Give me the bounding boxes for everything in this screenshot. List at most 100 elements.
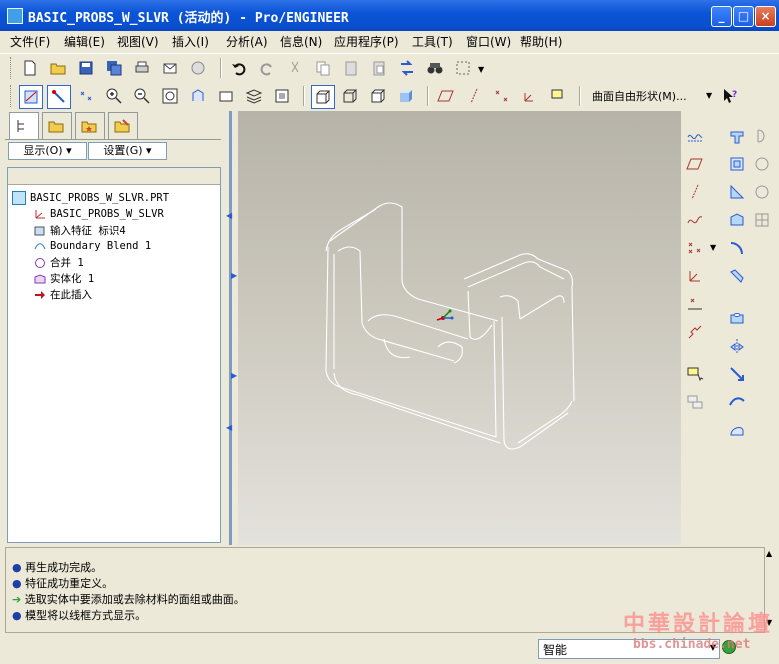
point-display-icon[interactable]: [491, 85, 513, 107]
send-mail-icon[interactable]: [159, 57, 181, 79]
layers-icon[interactable]: [243, 85, 265, 107]
refit-icon[interactable]: [159, 85, 181, 107]
maximize-button[interactable]: □: [733, 6, 754, 27]
datum-axes-icon[interactable]: [47, 85, 71, 109]
menu-applications[interactable]: 应用程序(P): [334, 33, 399, 50]
round-icon[interactable]: [726, 237, 748, 259]
menu-edit[interactable]: 编辑(E): [64, 33, 105, 50]
menu-window[interactable]: 窗口(W): [466, 33, 511, 50]
menu-help[interactable]: 帮助(H): [520, 33, 562, 50]
tab-favorites[interactable]: [75, 112, 105, 139]
view-manager-icon[interactable]: [271, 85, 293, 107]
panel-splitter[interactable]: ◀ ▶ ▶ ◀: [224, 111, 238, 545]
tree-node-boundary-blend[interactable]: Boundary Blend 1: [34, 239, 151, 252]
tree-node-insert-here[interactable]: 在此插入: [34, 287, 92, 302]
tree-node-solidify[interactable]: 实体化 1: [34, 271, 94, 286]
draft-icon[interactable]: [751, 181, 773, 203]
find-binoculars-icon[interactable]: [424, 57, 446, 79]
new-icon[interactable]: [19, 57, 41, 79]
tab-model-tree[interactable]: [9, 112, 39, 140]
graphics-window[interactable]: [238, 111, 681, 545]
print-icon[interactable]: [131, 57, 153, 79]
datum-curve-tool-icon[interactable]: [684, 209, 706, 231]
select-tool-icon[interactable]: [684, 363, 706, 385]
no-hidden-icon[interactable]: [367, 85, 389, 107]
plane-display-icon[interactable]: [435, 85, 457, 107]
settings-dropdown[interactable]: 设置(G) ▾: [88, 142, 167, 160]
menu-tools[interactable]: 工具(T): [412, 33, 453, 50]
shading-icon[interactable]: [395, 85, 417, 107]
datum-axis-tool-icon[interactable]: [684, 181, 706, 203]
tree-node-csys[interactable]: BASIC_PROBS_W_SLVR: [34, 207, 164, 220]
sketch-curve-icon[interactable]: [684, 125, 706, 147]
menu-analysis[interactable]: 分析(A): [226, 33, 268, 50]
analysis-feature-icon[interactable]: [684, 293, 706, 315]
rib-icon[interactable]: [726, 181, 748, 203]
selection-dropdown-arrow-icon[interactable]: ▼: [478, 65, 484, 74]
paste-icon[interactable]: [340, 57, 362, 79]
warp-icon[interactable]: [726, 391, 748, 413]
offset-icon[interactable]: [726, 153, 748, 175]
freeform-icon[interactable]: [726, 419, 748, 441]
tab-folder-browser[interactable]: [42, 112, 72, 139]
tree-node-import-feature[interactable]: 输入特征 标识4: [34, 223, 126, 238]
shell-icon[interactable]: [751, 153, 773, 175]
chamfer-icon[interactable]: [726, 265, 748, 287]
cut-icon[interactable]: [284, 57, 306, 79]
splitter-bar[interactable]: [229, 111, 232, 545]
group-icon[interactable]: [684, 391, 706, 413]
toolbar-grip[interactable]: [10, 85, 14, 107]
tab-connections[interactable]: [108, 112, 138, 139]
expand-arrow-icon[interactable]: ▶: [231, 271, 237, 280]
datum-graph-icon[interactable]: [684, 321, 706, 343]
redo-icon[interactable]: [256, 57, 278, 79]
regenerate-icon[interactable]: [396, 57, 418, 79]
sweep-icon[interactable]: [726, 209, 748, 231]
zoom-in-icon[interactable]: [103, 85, 125, 107]
expand-arrow-icon[interactable]: ▶: [231, 371, 237, 380]
menu-view[interactable]: 视图(V): [117, 33, 159, 50]
axis-display-icon[interactable]: [463, 85, 485, 107]
wireframe-icon[interactable]: [311, 85, 335, 109]
paste-special-icon[interactable]: [368, 57, 390, 79]
copy-icon[interactable]: [312, 57, 334, 79]
scroll-up-arrow-icon[interactable]: ▲: [766, 549, 772, 558]
open-folder-icon[interactable]: [47, 57, 69, 79]
context-help-icon[interactable]: ?: [719, 85, 741, 107]
save-copy-icon[interactable]: [103, 57, 125, 79]
mirror-icon[interactable]: [726, 335, 748, 357]
pattern-icon[interactable]: [751, 209, 773, 231]
annotation-display-icon[interactable]: [547, 85, 569, 107]
datum-csys-tool-icon[interactable]: [684, 265, 706, 287]
move-copy-icon[interactable]: [726, 363, 748, 385]
saved-views-icon[interactable]: [215, 85, 237, 107]
tree-node-part[interactable]: BASIC_PROBS_W_SLVR.PRT: [12, 191, 169, 205]
save-icon[interactable]: [75, 57, 97, 79]
selection-box-icon[interactable]: [452, 57, 474, 79]
freeform-dropdown-arrow-icon[interactable]: ▼: [706, 91, 712, 100]
menu-info[interactable]: 信息(N): [280, 33, 322, 50]
menu-insert[interactable]: 插入(I): [172, 33, 209, 50]
toolbar-grip[interactable]: [10, 57, 14, 79]
datum-point-dropdown-arrow-icon[interactable]: ▼: [710, 243, 716, 252]
datum-plane-tool-icon[interactable]: [684, 153, 706, 175]
datum-planes-icon[interactable]: [19, 85, 43, 109]
csys-display-icon[interactable]: [519, 85, 541, 107]
hole-icon[interactable]: [726, 307, 748, 329]
extrude-icon[interactable]: [726, 125, 748, 147]
show-dropdown[interactable]: 显示(O) ▾: [8, 142, 87, 160]
zoom-out-icon[interactable]: [131, 85, 153, 107]
datum-point-tool-icon[interactable]: [684, 237, 706, 259]
tree-node-merge[interactable]: 合并 1: [34, 255, 84, 270]
close-button[interactable]: ×: [755, 6, 776, 27]
freeform-surface-button[interactable]: 曲面自由形状(M)...: [592, 88, 687, 104]
minimize-button[interactable]: _: [711, 6, 732, 27]
menu-file[interactable]: 文件(F): [10, 33, 50, 50]
datum-points-icon[interactable]: [75, 85, 97, 107]
send-link-icon[interactable]: [187, 57, 209, 79]
reorient-icon[interactable]: [187, 85, 209, 107]
revolve-icon[interactable]: [751, 125, 773, 147]
hidden-line-icon[interactable]: [339, 85, 361, 107]
undo-icon[interactable]: [228, 57, 250, 79]
collapse-arrow-icon[interactable]: ◀: [226, 423, 232, 432]
